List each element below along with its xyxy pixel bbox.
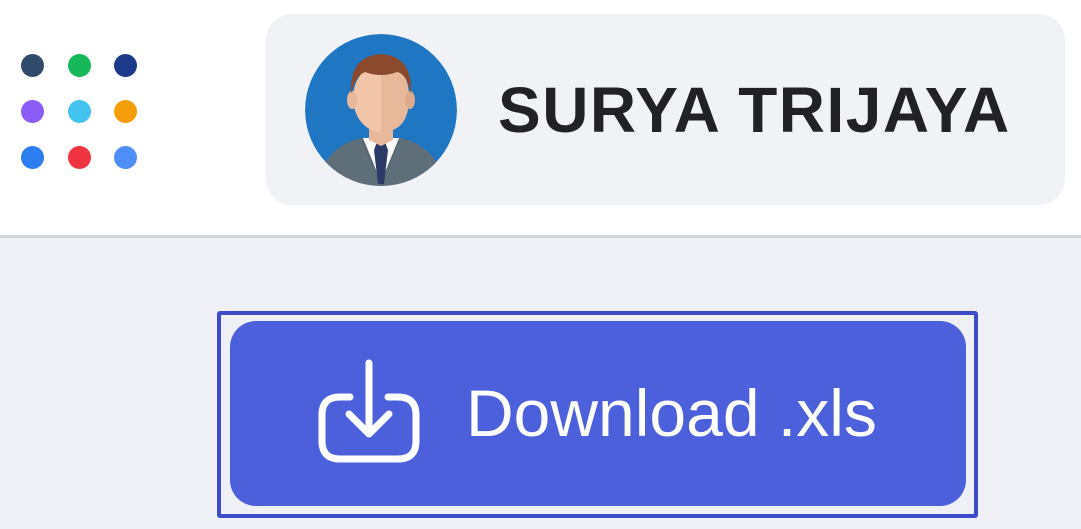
apps-dot (68, 54, 91, 77)
user-profile-card[interactable]: SURYA TRIJAYA (266, 14, 1065, 205)
user-avatar-icon[interactable] (305, 34, 457, 186)
apps-dot (114, 100, 137, 123)
apps-dot (68, 100, 91, 123)
apps-dot (114, 54, 137, 77)
apps-grid-icon[interactable] (21, 54, 141, 172)
apps-dot (21, 54, 44, 77)
download-label: Download .xls (466, 376, 877, 450)
apps-dot (21, 146, 44, 169)
download-icon (314, 357, 424, 467)
download-xls-button[interactable]: Download .xls (230, 321, 966, 506)
user-name: SURYA TRIJAYA (498, 74, 1011, 146)
apps-dot (21, 100, 44, 123)
top-bar: SURYA TRIJAYA (0, 0, 1081, 238)
apps-dot (68, 146, 91, 169)
apps-dot (114, 146, 137, 169)
